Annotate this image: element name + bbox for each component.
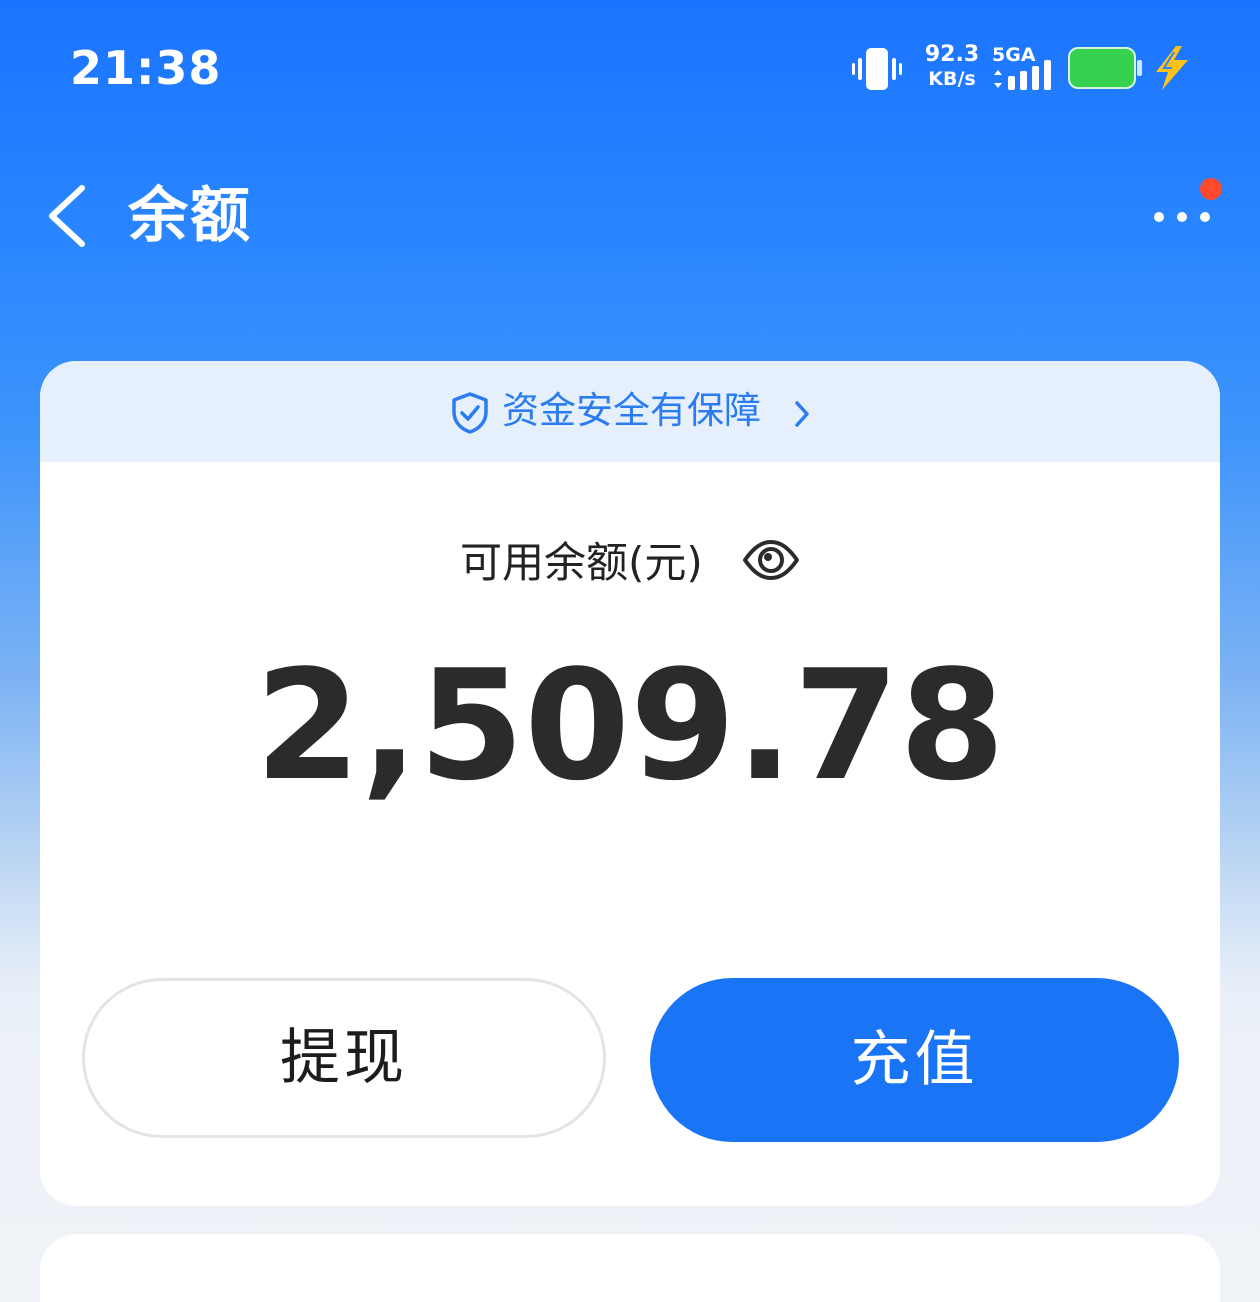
shield-check-icon (450, 391, 490, 439)
withdraw-button[interactable]: 提现 (82, 978, 606, 1138)
balance-amount: 2,509.78 (254, 637, 1006, 814)
security-banner-content: 资金安全有保障 (450, 387, 830, 437)
notification-dot (1200, 178, 1222, 200)
available-balance-label: 可用余额(元) (460, 538, 703, 587)
security-banner-text: 资金安全有保障 (502, 389, 761, 432)
status-time: 21:38 (70, 41, 222, 95)
more-button[interactable] (1140, 170, 1230, 250)
eye-icon[interactable] (742, 537, 800, 587)
signal-icon (992, 58, 1060, 96)
recharge-button[interactable]: 充值 (650, 978, 1179, 1142)
balance-label-row: 可用余额(元) (40, 533, 1220, 593)
chevron-right-icon (792, 399, 812, 433)
battery-icon (1068, 46, 1144, 94)
back-chevron-icon (49, 185, 85, 247)
status-icons: 92.3 KB/s 5GA (850, 42, 1210, 98)
next-card (40, 1234, 1220, 1302)
page-title: 余额 (128, 181, 252, 251)
security-guarantee-banner[interactable]: 资金安全有保障 (40, 361, 1220, 462)
network-speed: 92.3 KB/s (922, 42, 982, 90)
balance-card: 资金安全有保障 可用余额(元) 2,509.78 提现 充值 (40, 361, 1220, 1206)
back-button[interactable] (38, 178, 102, 254)
charging-icon (1152, 46, 1192, 94)
status-bar: 21:38 92.3 KB/s 5GA (0, 0, 1260, 130)
vibrate-icon (852, 46, 902, 96)
network-speed-unit: KB/s (928, 68, 976, 90)
more-dots-icon (1154, 212, 1210, 222)
network-speed-value: 92.3 (924, 42, 980, 67)
